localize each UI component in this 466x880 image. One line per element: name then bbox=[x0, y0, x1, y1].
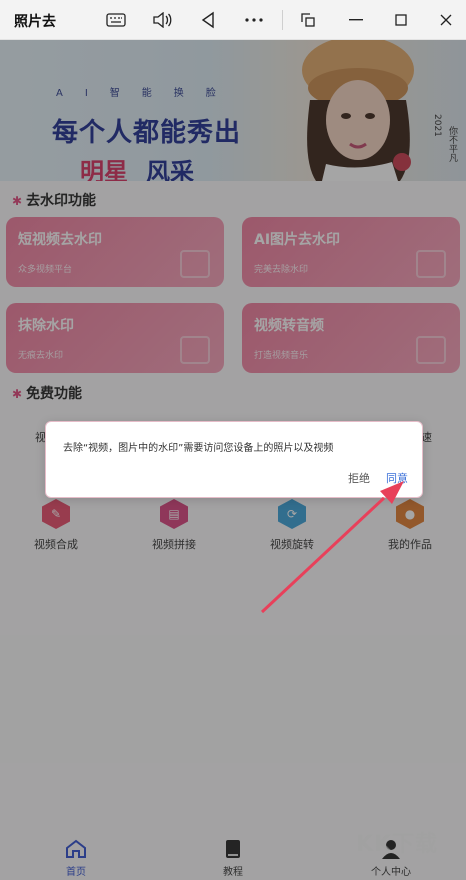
back-icon[interactable] bbox=[196, 8, 220, 32]
deny-button[interactable]: 拒绝 bbox=[348, 470, 370, 486]
keyboard-icon[interactable] bbox=[104, 8, 128, 32]
agree-button[interactable]: 同意 bbox=[386, 470, 408, 486]
maximize-icon[interactable] bbox=[389, 8, 413, 32]
close-icon[interactable] bbox=[434, 8, 458, 32]
permission-dialog: 去除“视频，图片中的水印”需要访问您设备上的照片以及视频 拒绝 同意 bbox=[45, 421, 423, 498]
titlebar-separator bbox=[282, 10, 283, 30]
minimize-icon[interactable] bbox=[344, 8, 368, 32]
site-watermark: KK下载 bbox=[356, 832, 439, 857]
window-titlebar: 照片去 bbox=[0, 0, 466, 40]
app-title: 照片去 bbox=[14, 14, 56, 30]
more-icon[interactable] bbox=[242, 8, 266, 32]
screenshot-icon[interactable] bbox=[296, 8, 320, 32]
dialog-message: 去除“视频，图片中的水印”需要访问您设备上的照片以及视频 bbox=[63, 443, 334, 454]
volume-icon[interactable] bbox=[150, 8, 174, 32]
